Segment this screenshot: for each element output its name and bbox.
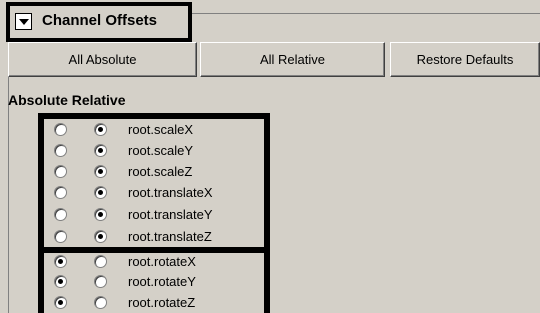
collapse-toggle[interactable]: [15, 13, 32, 30]
relative-radio[interactable]: [94, 230, 107, 243]
absolute-radio[interactable]: [54, 165, 67, 178]
absolute-radio[interactable]: [54, 144, 67, 157]
relative-radio[interactable]: [94, 255, 107, 268]
channel-row: root.rotateZ: [50, 293, 260, 313]
section-title: Channel Offsets: [42, 12, 158, 29]
relative-radio[interactable]: [94, 144, 107, 157]
radio-dot-icon: [98, 148, 103, 153]
triangle-down-icon: [19, 19, 29, 25]
channel-label: root.translateY: [128, 207, 213, 222]
channel-label: root.rotateZ: [128, 295, 196, 310]
relative-radio[interactable]: [94, 165, 107, 178]
channel-row: root.translateX: [50, 183, 260, 203]
all-relative-button[interactable]: All Relative: [200, 42, 385, 77]
relative-radio[interactable]: [94, 208, 107, 221]
radio-dot-icon: [98, 190, 103, 195]
radio-dot-icon: [98, 234, 103, 239]
all-absolute-button[interactable]: All Absolute: [8, 42, 197, 77]
radio-dot-icon: [98, 127, 103, 132]
relative-radio[interactable]: [94, 123, 107, 136]
channel-row: root.translateZ: [50, 227, 260, 247]
radio-dot-icon: [58, 259, 63, 264]
column-headers: Absolute Relative: [8, 92, 126, 108]
relative-radio[interactable]: [94, 275, 107, 288]
channel-row: root.rotateY: [50, 272, 260, 292]
radio-dot-icon: [58, 279, 63, 284]
channel-label: root.translateZ: [128, 229, 212, 244]
channel-offsets-panel: Channel Offsets All Absolute All Relativ…: [0, 0, 540, 313]
group-frame-left: [8, 42, 9, 313]
channel-label: root.scaleY: [128, 143, 194, 158]
channel-label: root.translateX: [128, 185, 213, 200]
channel-row: root.scaleX: [50, 120, 260, 140]
channel-label: root.rotateX: [128, 254, 196, 269]
absolute-radio[interactable]: [54, 255, 67, 268]
absolute-radio[interactable]: [54, 123, 67, 136]
channel-row: root.rotateX: [50, 252, 260, 272]
channel-label: root.scaleZ: [128, 164, 193, 179]
channel-label: root.scaleX: [128, 122, 194, 137]
radio-dot-icon: [98, 212, 103, 217]
channel-row: root.translateY: [50, 205, 260, 225]
channel-offsets-header[interactable]: Channel Offsets: [6, 2, 192, 42]
radio-dot-icon: [58, 300, 63, 305]
absolute-radio[interactable]: [54, 208, 67, 221]
radio-dot-icon: [98, 169, 103, 174]
absolute-radio[interactable]: [54, 186, 67, 199]
restore-defaults-button[interactable]: Restore Defaults: [390, 42, 540, 77]
relative-radio[interactable]: [94, 296, 107, 309]
absolute-radio[interactable]: [54, 296, 67, 309]
absolute-radio[interactable]: [54, 275, 67, 288]
channel-label: root.rotateY: [128, 274, 196, 289]
group-frame-top: [192, 13, 540, 14]
channel-row: root.scaleZ: [50, 162, 260, 182]
absolute-radio[interactable]: [54, 230, 67, 243]
channel-row: root.scaleY: [50, 141, 260, 161]
relative-radio[interactable]: [94, 186, 107, 199]
